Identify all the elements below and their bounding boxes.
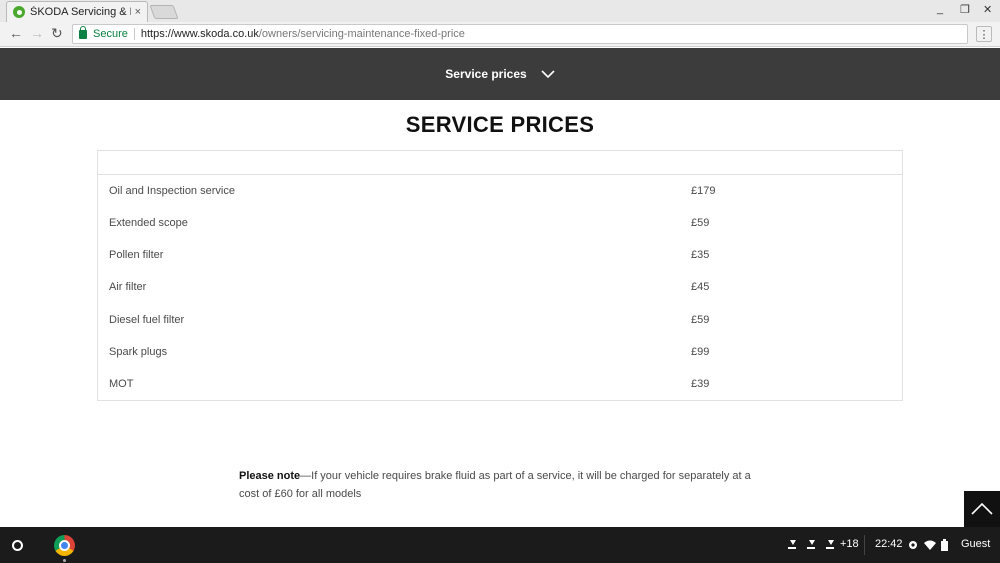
- table-row: Spark plugs £99: [98, 342, 902, 362]
- os-taskbar: +18 22:42 Guest: [0, 527, 1000, 563]
- table-row: Oil and Inspection service £179: [98, 181, 902, 201]
- service-price: £39: [691, 378, 710, 390]
- browser-tabstrip: ŠKODA Servicing & Maint × _ ❐ ✕: [0, 0, 1000, 22]
- service-price: £35: [691, 249, 710, 261]
- back-button[interactable]: ←: [9, 25, 23, 41]
- price-table: Oil and Inspection service £179 Extended…: [97, 150, 903, 401]
- download-icon[interactable]: [807, 540, 815, 550]
- service-price: £179: [691, 185, 716, 197]
- service-name: Pollen filter: [109, 249, 164, 261]
- tab-close-icon[interactable]: ×: [135, 6, 141, 18]
- service-name: Diesel fuel filter: [109, 314, 185, 326]
- service-name: Spark plugs: [109, 346, 168, 358]
- minimize-icon[interactable]: _: [937, 3, 943, 15]
- note-text: —If your vehicle requires brake fluid as…: [239, 470, 751, 500]
- download-icon[interactable]: [788, 540, 796, 550]
- service-price: £59: [691, 314, 710, 326]
- browser-menu-button[interactable]: ⋮: [976, 26, 992, 42]
- service-name: Oil and Inspection service: [109, 185, 235, 197]
- new-tab-button[interactable]: [149, 5, 179, 19]
- divider: [133, 28, 135, 40]
- back-to-top-button[interactable]: [964, 491, 1000, 527]
- wifi-icon[interactable]: [924, 540, 936, 550]
- reload-button[interactable]: ↻: [51, 25, 63, 42]
- notification-count[interactable]: +18: [840, 538, 859, 550]
- service-price: £45: [691, 281, 710, 293]
- table-row: Extended scope £59: [98, 213, 902, 233]
- chrome-icon[interactable]: [54, 535, 75, 556]
- table-row: MOT £39: [98, 374, 902, 394]
- running-indicator: [63, 559, 66, 562]
- page-title: SERVICE PRICES: [405, 112, 595, 137]
- settings-icon[interactable]: [908, 540, 918, 550]
- browser-toolbar: ← → ↻ Secure https://www.skoda.co.uk /ow…: [0, 22, 1000, 47]
- chevron-down-icon[interactable]: [541, 70, 555, 78]
- forward-button[interactable]: →: [30, 25, 44, 41]
- launcher-icon[interactable]: [12, 540, 23, 551]
- url-host: https://www.skoda.co.uk: [140, 28, 259, 40]
- address-bar[interactable]: Secure https://www.skoda.co.uk /owners/s…: [72, 24, 968, 44]
- download-icon[interactable]: [826, 540, 834, 550]
- battery-icon[interactable]: [941, 539, 948, 551]
- table-header: [98, 151, 902, 175]
- secure-label: Secure: [93, 28, 128, 40]
- service-prices-dropdown[interactable]: Service prices: [445, 67, 526, 81]
- user-name[interactable]: Guest: [961, 538, 990, 550]
- chevron-up-icon: [971, 503, 993, 515]
- service-name: MOT: [109, 378, 134, 390]
- brake-fluid-note: Please note—If your vehicle requires bra…: [239, 467, 759, 503]
- clock[interactable]: 22:42: [875, 538, 903, 550]
- service-name: Air filter: [109, 281, 147, 293]
- tab-title: ŠKODA Servicing & Maint: [30, 6, 131, 18]
- skoda-logo-icon: [13, 6, 25, 18]
- lock-icon: [79, 25, 87, 39]
- note-label: Please note: [239, 470, 301, 482]
- divider: [864, 535, 865, 555]
- url-path: /owners/servicing-maintenance-fixed-pric…: [258, 28, 465, 40]
- table-row: Pollen filter £35: [98, 245, 902, 265]
- service-price: £59: [691, 217, 710, 229]
- browser-tab[interactable]: ŠKODA Servicing & Maint ×: [6, 1, 148, 22]
- close-window-icon[interactable]: ✕: [983, 3, 992, 16]
- site-nav-bar: Service prices: [0, 48, 1000, 100]
- table-row: Air filter £45: [98, 277, 902, 297]
- service-price: £99: [691, 346, 710, 358]
- service-name: Extended scope: [109, 217, 188, 229]
- restore-icon[interactable]: ❐: [960, 3, 970, 16]
- table-row: Diesel fuel filter £59: [98, 310, 902, 330]
